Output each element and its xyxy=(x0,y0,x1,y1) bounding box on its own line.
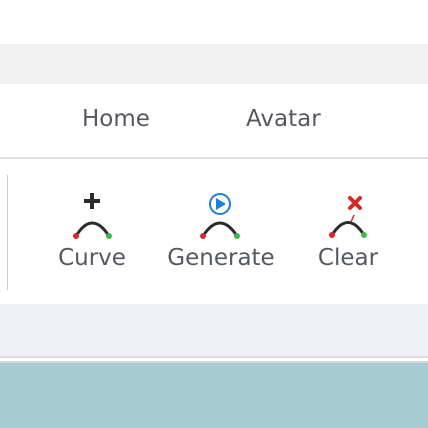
curve-label: Curve xyxy=(58,245,126,271)
window-top xyxy=(0,0,428,44)
ribbon-toolbar: Curve Generate Clear xyxy=(0,159,428,304)
canvas-area[interactable] xyxy=(0,361,428,428)
curve-button[interactable]: Curve xyxy=(52,189,132,271)
toolbar-divider xyxy=(7,175,8,290)
curve-add-icon xyxy=(73,193,112,239)
generate-button[interactable]: Generate xyxy=(165,189,277,271)
clear-label: Clear xyxy=(317,245,379,271)
tab-avatar[interactable]: Avatar xyxy=(246,106,321,132)
curve-clear-icon xyxy=(329,196,367,238)
title-strip xyxy=(0,44,428,84)
ribbon-tabs: Home Avatar xyxy=(0,84,428,159)
tab-home[interactable]: Home xyxy=(82,106,150,132)
ribbon-footer xyxy=(0,304,428,358)
clear-button[interactable]: Clear xyxy=(308,189,388,271)
curve-generate-icon xyxy=(200,193,240,239)
generate-label: Generate xyxy=(167,245,275,271)
